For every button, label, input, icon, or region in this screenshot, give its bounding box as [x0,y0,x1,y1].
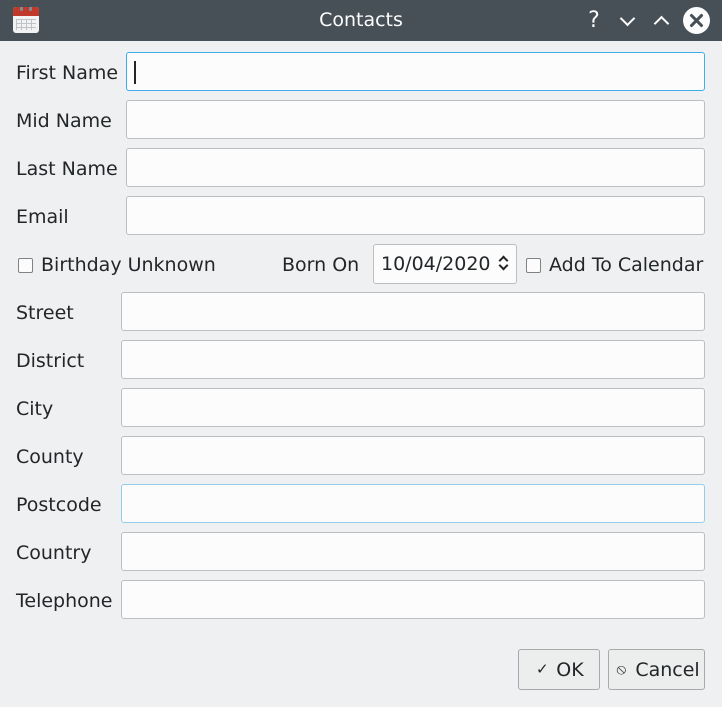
ok-button[interactable]: ✓ OK [518,649,600,690]
city-label: City [16,398,54,420]
street-label: Street [16,302,74,324]
telephone-input[interactable] [121,580,705,619]
ok-button-label: OK [556,658,584,681]
chevron-down-icon[interactable] [614,7,642,35]
born-on-date-spinbox[interactable]: 10/04/2020 [373,244,517,284]
title-bar[interactable]: Contacts ? [0,0,722,41]
cancel-button[interactable]: ⦸ Cancel [608,649,705,690]
telephone-label: Telephone [16,590,113,612]
last-name-label: Last Name [16,158,118,180]
cancel-button-label: Cancel [635,658,700,681]
spin-arrows[interactable] [496,251,512,277]
first-name-input[interactable] [126,52,705,91]
help-icon[interactable]: ? [580,7,608,35]
chevron-down-icon[interactable] [498,260,509,271]
born-on-date-value: 10/04/2020 [381,253,491,275]
street-input[interactable] [121,292,705,331]
checkbox-box[interactable] [526,258,541,273]
city-input[interactable] [121,388,705,427]
postcode-input[interactable] [121,484,705,523]
mid-name-input[interactable] [126,100,705,139]
county-input[interactable] [121,436,705,475]
chevron-up-icon[interactable] [648,7,676,35]
country-label: Country [16,542,92,564]
country-input[interactable] [121,532,705,571]
email-input[interactable] [126,196,705,235]
postcode-label: Postcode [16,494,102,516]
email-label: Email [16,206,69,228]
county-label: County [16,446,84,468]
check-icon: ✓ [535,659,549,678]
last-name-input[interactable] [126,148,705,187]
checkbox-box[interactable] [18,258,33,273]
add-to-calendar-label: Add To Calendar [549,254,704,276]
text-caret [134,61,136,84]
birthday-unknown-label: Birthday Unknown [41,254,216,276]
cancel-icon: ⦸ [616,659,627,678]
mid-name-label: Mid Name [16,110,112,132]
born-on-label: Born On [282,254,360,276]
first-name-label: First Name [16,62,119,84]
district-label: District [16,350,85,372]
close-icon[interactable] [683,7,710,34]
district-input[interactable] [121,340,705,379]
